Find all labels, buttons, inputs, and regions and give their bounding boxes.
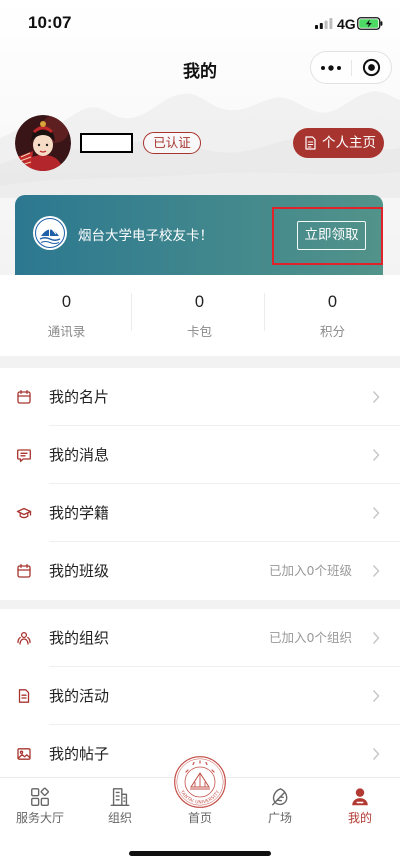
menu-item-label: 我的名片 <box>49 388 110 406</box>
chevron-right-icon <box>372 506 380 520</box>
more-dots-icon <box>321 65 341 71</box>
mini-program-capsule <box>310 51 392 84</box>
chevron-right-icon <box>372 448 380 462</box>
menu-item-organization[interactable]: 我的组织 已加入0个组织 <box>0 609 400 667</box>
status-time: 10:07 <box>28 13 72 32</box>
menu-item-label: 我的帖子 <box>49 745 110 763</box>
chevron-right-icon <box>372 747 380 761</box>
chevron-right-icon <box>372 564 380 578</box>
network-type: 4G <box>337 16 356 32</box>
stats-row: 0 通讯录 0 卡包 0 积分 <box>0 275 400 356</box>
stat-value: 0 <box>194 293 205 311</box>
avatar[interactable] <box>15 115 71 171</box>
chevron-right-icon <box>372 689 380 703</box>
cellular-signal-icon <box>315 18 333 29</box>
menu-item-class[interactable]: 我的班级 已加入0个班级 <box>0 542 400 600</box>
organization-icon <box>16 630 32 646</box>
more-button[interactable] <box>311 52 352 83</box>
message-icon <box>16 447 32 463</box>
target-circle-icon <box>362 58 381 77</box>
section-separator <box>0 600 400 609</box>
graduation-cap-icon <box>16 505 32 521</box>
menu-item-label: 我的学籍 <box>49 504 110 522</box>
tab-service-hall[interactable]: 服务大厅 <box>0 778 80 836</box>
chevron-right-icon <box>372 631 380 645</box>
tab-label: 首页 <box>187 811 212 825</box>
menu-item-student-status[interactable]: 我的学籍 <box>0 484 400 542</box>
stat-card-wallet[interactable]: 0 卡包 <box>133 275 266 356</box>
card-icon <box>16 389 32 405</box>
menu-item-business-card[interactable]: 我的名片 <box>0 368 400 426</box>
stat-value: 0 <box>61 293 72 311</box>
avatar-illustration <box>15 115 71 171</box>
image-icon <box>16 746 32 762</box>
home-indicator[interactable] <box>129 851 271 856</box>
verified-badge: 已认证 <box>143 132 201 154</box>
yantai-university-logo <box>33 216 67 250</box>
battery-charging-icon <box>357 17 383 30</box>
close-button[interactable] <box>352 52 391 83</box>
menu-item-messages[interactable]: 我的消息 <box>0 426 400 484</box>
leaf-icon <box>269 786 291 808</box>
stat-label: 卡包 <box>186 324 212 339</box>
calendar-icon <box>16 563 32 579</box>
document-icon <box>16 688 32 704</box>
personal-homepage-button[interactable]: 个人主页 <box>293 128 384 158</box>
menu-item-extra: 已加入0个班级 <box>269 563 352 578</box>
section-separator <box>0 356 400 368</box>
building-icon <box>109 786 131 808</box>
tab-mine[interactable]: 我的 <box>320 778 400 836</box>
stat-label: 积分 <box>319 324 345 339</box>
highlight-box <box>272 207 383 265</box>
menu-item-label: 我的组织 <box>49 629 110 647</box>
menu-item-label: 我的消息 <box>49 446 110 464</box>
grid-icon <box>29 786 51 808</box>
document-icon <box>305 136 316 150</box>
tab-home[interactable]: YANTAI UNIVERSITY 首页 <box>160 756 240 836</box>
stat-label: 通讯录 <box>47 324 86 339</box>
person-icon <box>349 786 371 808</box>
tab-label: 广场 <box>267 811 292 825</box>
stat-points[interactable]: 0 积分 <box>266 275 399 356</box>
tab-organization[interactable]: 组织 <box>80 778 160 836</box>
menu-item-activities[interactable]: 我的活动 <box>0 667 400 725</box>
tab-label: 我的 <box>347 811 372 825</box>
tab-square[interactable]: 广场 <box>240 778 320 836</box>
menu-item-label: 我的班级 <box>49 562 110 580</box>
personal-homepage-label: 个人主页 <box>322 135 376 151</box>
redacted-username <box>80 133 133 153</box>
university-emblem-icon: YANTAI UNIVERSITY <box>174 756 226 808</box>
tab-label: 服务大厅 <box>15 811 64 825</box>
stat-divider <box>131 293 132 331</box>
stat-value: 0 <box>327 293 338 311</box>
alumni-card-text: 烟台大学电子校友卡！ <box>78 228 213 244</box>
menu-item-label: 我的活动 <box>49 687 110 705</box>
stat-contacts[interactable]: 0 通讯录 <box>0 275 133 356</box>
stat-divider <box>264 293 265 331</box>
chevron-right-icon <box>372 390 380 404</box>
tab-label: 组织 <box>107 811 132 825</box>
menu-item-extra: 已加入0个组织 <box>269 630 352 645</box>
